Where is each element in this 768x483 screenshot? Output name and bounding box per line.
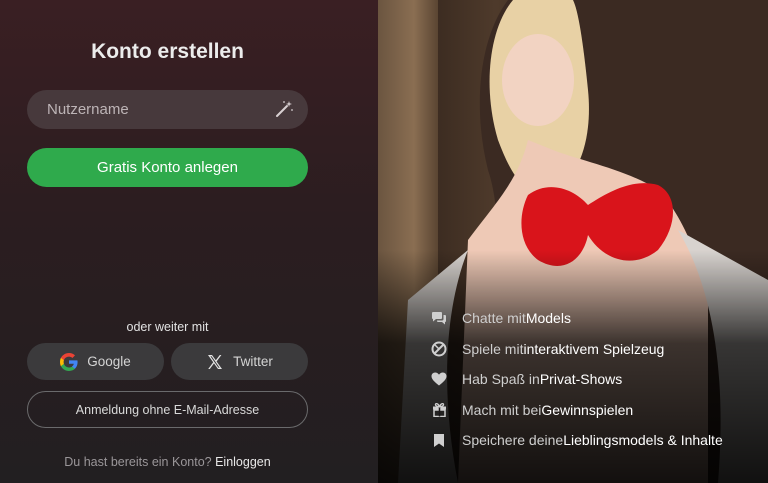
signup-panel: Konto erstellen Gratis Konto anlegen ode… (0, 0, 378, 483)
create-account-button[interactable]: Gratis Konto anlegen (27, 148, 308, 187)
page-title: Konto erstellen (91, 40, 244, 63)
gift-icon (430, 401, 448, 419)
signup-without-email-button[interactable]: Anmeldung ohne E-Mail-Adresse (27, 391, 308, 428)
login-prompt: Du hast bereits ein Konto? Einloggen (27, 455, 308, 469)
google-login-button[interactable]: Google (27, 343, 164, 380)
feature-list: Chatte mit Models Spiele mit interaktive… (430, 303, 723, 456)
chat-bubbles-icon (430, 309, 448, 327)
magic-wand-icon[interactable] (274, 99, 294, 119)
google-icon (60, 352, 78, 371)
feature-item: Chatte mit Models (430, 303, 723, 334)
feature-item: Mach mit bei Gewinnspielen (430, 395, 723, 426)
x-twitter-icon (208, 354, 223, 369)
heart-icon (430, 370, 448, 388)
feature-item: Spiele mit interaktivem Spielzeug (430, 334, 723, 365)
promo-image-panel: Chatte mit Models Spiele mit interaktive… (378, 0, 768, 483)
feature-item: Speichere deine Lieblingsmodels & Inhalt… (430, 425, 723, 456)
feature-item: Hab Spaß in Privat-Shows (430, 364, 723, 395)
username-input[interactable] (27, 90, 308, 129)
toy-icon (430, 340, 448, 358)
have-account-text: Du hast bereits ein Konto? (64, 455, 212, 469)
twitter-login-button[interactable]: Twitter (171, 343, 308, 380)
bookmark-icon (430, 431, 448, 449)
username-field-wrapper (27, 90, 308, 129)
google-label: Google (87, 354, 131, 369)
twitter-label: Twitter (233, 354, 273, 369)
login-link[interactable]: Einloggen (215, 455, 271, 469)
or-continue-label: oder weiter mit (126, 320, 209, 334)
